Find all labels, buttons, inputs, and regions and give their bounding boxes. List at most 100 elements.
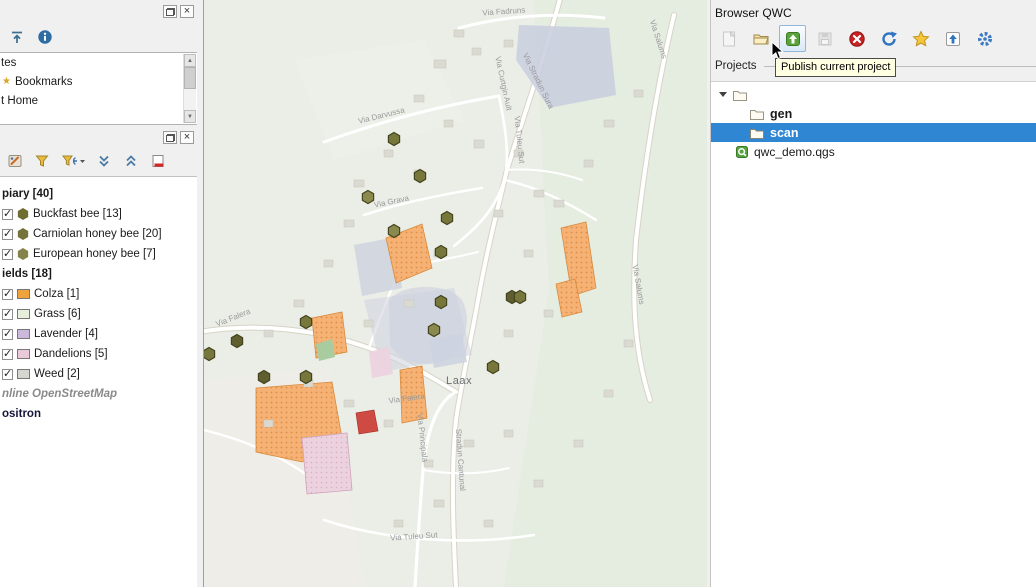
mouse-cursor [771,41,784,60]
apiary-marker [204,348,215,361]
delete-icon [848,30,866,48]
layer-checkbox[interactable] [2,289,13,300]
layer-label: European honey bee [7] [33,248,156,260]
float-panel-button[interactable] [163,5,177,18]
tree-item-gen[interactable]: gen [711,104,1036,123]
layer-item-colza[interactable]: Colza [1] [0,284,197,304]
map-canvas[interactable]: Via Fadruns Via Salums Via Stradun Sura … [204,0,707,587]
field-symbol-icon [17,289,30,299]
browser-list: tes Bookmarks t Home [0,52,197,125]
apiary-marker [435,296,446,309]
chevron-down-icon[interactable] [719,92,727,97]
apiary-marker [362,191,373,204]
layer-checkbox[interactable] [2,349,13,360]
layer-group-fields[interactable]: ields [18] [0,264,197,284]
properties-widget-button[interactable] [36,28,54,46]
browser-item-project-home[interactable]: t Home [0,91,197,110]
refresh-button[interactable] [875,25,902,52]
layer-label: ositron [2,408,41,420]
layer-styling-button[interactable] [6,152,24,170]
filter-expression-icon [61,153,85,169]
browser-item-label: tes [1,57,16,69]
browser-scrollbar[interactable] [183,54,196,123]
info-icon [37,29,53,45]
layer-item-grass[interactable]: Grass [6] [0,304,197,324]
tree-item-label: scan [770,126,799,140]
layer-group-openstreetmap[interactable]: nline OpenStreetMap [0,384,197,404]
collapse-all-button[interactable] [122,152,140,170]
save-icon [816,30,834,48]
star-icon [912,30,930,48]
filter-icon [34,153,50,169]
apiary-marker [487,361,498,374]
apiary-marker [441,212,452,225]
qwc-browser-panel: Browser QWC [710,0,1036,587]
layer-item-european-bee[interactable]: European honey bee [7] [0,244,197,264]
filter-expression-button[interactable] [60,152,86,170]
open-folder-icon [752,30,770,48]
reset-styles-button[interactable] [907,25,934,52]
tree-root-row[interactable] [711,85,1036,104]
layer-item-buckfast-bee[interactable]: Buckfast bee [13] [0,204,197,224]
upload-button[interactable] [939,25,966,52]
collapse-all-button[interactable] [8,28,26,46]
float-panel-button[interactable] [163,131,177,144]
browser-item-label: t Home [1,95,38,107]
bee-symbol-icon [17,228,29,240]
layer-group-apiary[interactable]: piary [40] [0,184,197,204]
browser-item-bookmarks[interactable]: Bookmarks [0,72,197,91]
open-project-button[interactable] [747,25,774,52]
field-polygon [356,410,378,434]
scroll-track[interactable] [184,67,196,110]
layer-item-dandelions[interactable]: Dandelions [5] [0,344,197,364]
field-polygon [369,347,393,378]
field-polygon [302,433,352,494]
collapse-all-icon [9,29,25,45]
folder-icon [732,88,748,102]
layer-checkbox[interactable] [2,229,13,240]
expand-all-icon [96,153,112,169]
bee-symbol-icon [17,248,29,260]
float-icon [166,134,175,142]
field-symbol-icon [17,349,30,359]
save-project-button[interactable] [811,25,838,52]
remove-layer-button[interactable] [149,152,167,170]
tree-item-scan[interactable]: scan [711,123,1036,142]
delete-project-button[interactable] [843,25,870,52]
layer-item-carniolan-bee[interactable]: Carniolan honey bee [20] [0,224,197,244]
bookmark-star-icon [2,77,12,87]
layers-panel: piary [40] Buckfast bee [13] Carniolan h… [0,126,197,587]
projects-label: Projects [715,60,757,72]
scroll-up-button[interactable] [184,54,196,67]
expand-all-button[interactable] [95,152,113,170]
filter-legend-button[interactable] [33,152,51,170]
layer-label: Colza [1] [34,288,79,300]
new-project-button[interactable] [715,25,742,52]
layer-checkbox[interactable] [2,249,13,260]
layer-styling-icon [7,153,23,169]
refresh-icon [880,30,898,48]
settings-button[interactable] [971,25,998,52]
scroll-down-button[interactable] [184,110,196,123]
layer-checkbox[interactable] [2,309,13,320]
layer-item-weed[interactable]: Weed [2] [0,364,197,384]
collapse-all-icon [123,153,139,169]
layer-item-positron[interactable]: ositron [0,404,197,424]
layer-item-lavender[interactable]: Lavender [4] [0,324,197,344]
field-symbol-icon [17,369,30,379]
browser-item-label: Bookmarks [15,76,73,88]
layer-checkbox[interactable] [2,329,13,340]
tree-item-qwc-demo[interactable]: qwc_demo.qgs [711,142,1036,161]
layers-tree: piary [40] Buckfast bee [13] Carniolan h… [0,176,197,587]
browser-panel: tes Bookmarks t Home [0,0,197,126]
apiary-marker [258,371,269,384]
layer-checkbox[interactable] [2,369,13,380]
browser-item-favorites[interactable]: tes [0,53,197,72]
close-panel-button[interactable] [180,5,194,18]
remove-layer-icon [150,153,166,169]
scroll-thumb[interactable] [184,67,196,89]
layer-checkbox[interactable] [2,209,13,220]
close-panel-button[interactable] [180,131,194,144]
layers-panel-header [0,126,197,148]
tree-item-label: gen [770,107,792,121]
